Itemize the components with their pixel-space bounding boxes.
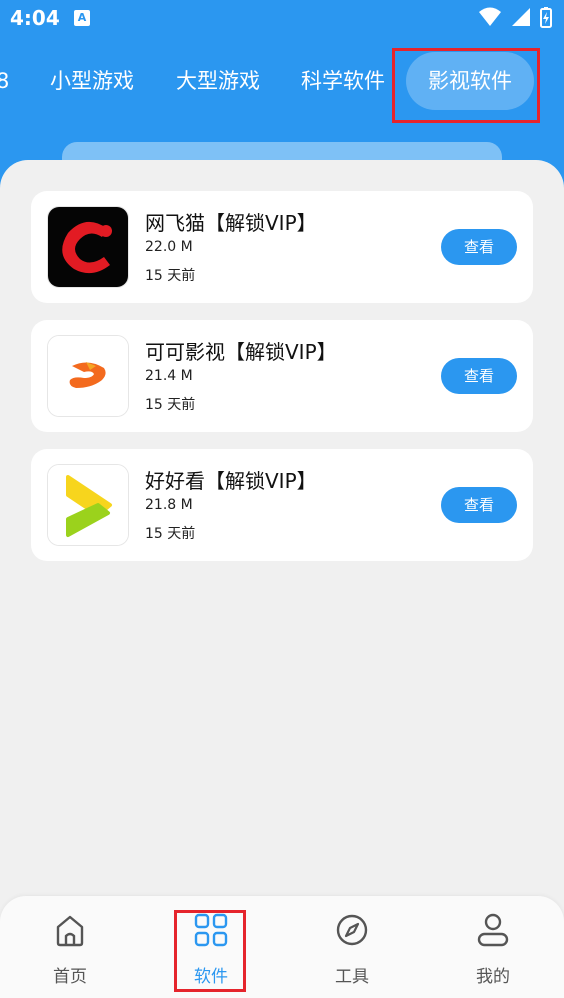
bottom-navigation: 首页 软件 工具 我的 — [0, 896, 564, 998]
app-size: 22.0 M — [145, 239, 193, 255]
app-name: 好好看【解锁VIP】 — [145, 469, 317, 493]
tab-video-software[interactable]: 影视软件 — [406, 52, 534, 110]
tab-large-games[interactable]: 大型游戏 — [176, 52, 260, 110]
app-time: 15 天前 — [145, 397, 196, 413]
tab-partial[interactable]: 8 — [0, 52, 9, 110]
app-list: 网飞猫【解锁VIP】 22.0 M 15 天前 查看 可可影视【解锁VIP】 2… — [0, 160, 564, 895]
app-size: 21.4 M — [145, 368, 193, 384]
nav-label: 工具 — [335, 967, 369, 987]
nav-item-profile[interactable]: 我的 — [453, 910, 533, 987]
view-button[interactable]: 查看 — [441, 487, 517, 523]
home-icon — [56, 915, 84, 947]
user-icon — [477, 913, 509, 947]
compass-icon — [336, 914, 368, 946]
tab-small-games[interactable]: 小型游戏 — [50, 52, 134, 110]
app-card[interactable]: 网飞猫【解锁VIP】 22.0 M 15 天前 查看 — [31, 191, 533, 303]
status-time: 4:04 — [10, 6, 60, 30]
nav-label: 软件 — [194, 967, 228, 987]
notification-a-icon: A — [74, 10, 90, 26]
app-time: 15 天前 — [145, 526, 196, 542]
tab-science-software[interactable]: 科学软件 — [301, 52, 385, 110]
view-button[interactable]: 查看 — [441, 358, 517, 394]
nav-label: 我的 — [476, 967, 510, 987]
signal-icon — [511, 8, 530, 26]
status-icons — [474, 6, 552, 30]
yellow-green-play-logo-icon — [47, 464, 129, 546]
nav-label: 首页 — [53, 967, 87, 987]
app-card[interactable]: 好好看【解锁VIP】 21.8 M 15 天前 查看 — [31, 449, 533, 561]
nav-item-tools[interactable]: 工具 — [312, 910, 392, 987]
nav-item-software[interactable]: 软件 — [171, 910, 251, 987]
app-size: 21.8 M — [145, 497, 193, 513]
wifi-icon — [478, 7, 501, 26]
nav-item-home[interactable]: 首页 — [30, 910, 110, 987]
app-time: 15 天前 — [145, 268, 196, 284]
view-button[interactable]: 查看 — [441, 229, 517, 265]
category-tabs: 8 小型游戏 大型游戏 科学软件 影视软件 — [0, 52, 564, 110]
app-card[interactable]: 可可影视【解锁VIP】 21.4 M 15 天前 查看 — [31, 320, 533, 432]
red-c-logo-icon — [47, 206, 129, 288]
app-name: 可可影视【解锁VIP】 — [145, 340, 337, 364]
battery-icon — [540, 7, 552, 28]
status-bar: 4:04 A — [0, 0, 564, 38]
app-name: 网飞猫【解锁VIP】 — [145, 211, 317, 235]
grid-icon — [194, 913, 228, 947]
orange-play-logo-icon — [47, 335, 129, 417]
